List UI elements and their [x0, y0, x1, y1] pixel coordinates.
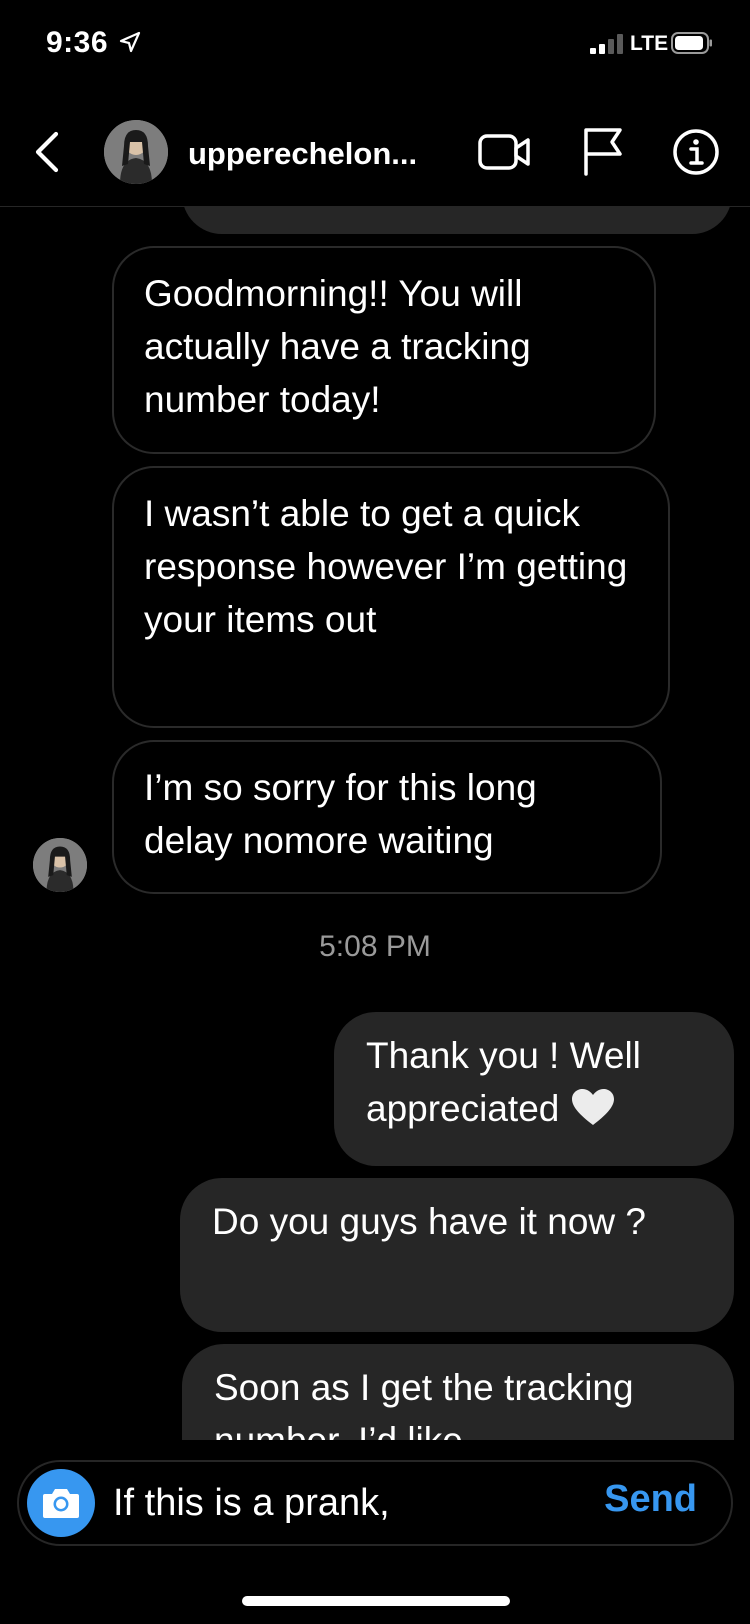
- home-indicator: [242, 1596, 510, 1606]
- contact-username[interactable]: upperechelon...: [188, 136, 417, 172]
- video-call-icon[interactable]: [478, 130, 530, 174]
- outgoing-message[interactable]: Do you guys have it now ?: [180, 1178, 734, 1332]
- message-timestamp: 5:08 PM: [319, 930, 431, 963]
- message-composer: Send: [17, 1460, 733, 1546]
- status-time: 9:36: [46, 26, 109, 59]
- network-type: LTE: [630, 32, 669, 55]
- contact-avatar[interactable]: [104, 120, 168, 184]
- flag-icon[interactable]: [580, 126, 624, 176]
- status-bar: 9:36 LTE: [0, 0, 750, 90]
- incoming-message[interactable]: I wasn’t able to get a quick response ho…: [112, 466, 670, 728]
- back-chevron-icon[interactable]: [30, 128, 66, 176]
- message-text: Do you guys have it now ?: [212, 1201, 646, 1242]
- message-text: I’m so sorry for this long delay nomore …: [144, 767, 537, 861]
- send-button[interactable]: Send: [604, 1478, 697, 1521]
- avatar-image: [104, 120, 168, 184]
- chat-header: upperechelon...: [0, 100, 750, 207]
- message-text: Goodmorning!! You will actually have a t…: [144, 273, 531, 420]
- camera-button[interactable]: [27, 1469, 95, 1537]
- incoming-message[interactable]: Goodmorning!! You will actually have a t…: [112, 246, 656, 454]
- sender-avatar[interactable]: [33, 838, 87, 892]
- incoming-message[interactable]: I’m so sorry for this long delay nomore …: [112, 740, 662, 894]
- avatar-image: [33, 838, 87, 892]
- outgoing-message[interactable]: Thank you ! Well appreciated: [334, 1012, 734, 1166]
- battery-icon: [671, 32, 712, 54]
- message-input[interactable]: [113, 1474, 533, 1532]
- info-icon[interactable]: [672, 128, 720, 176]
- location-arrow-icon: [119, 31, 141, 53]
- white-heart-icon: [571, 1089, 614, 1125]
- message-thread[interactable]: Goodmorning!! You will actually have a t…: [0, 0, 750, 1624]
- signal-bars-icon: [590, 34, 624, 54]
- camera-icon: [43, 1489, 79, 1518]
- message-text: I wasn’t able to get a quick response ho…: [144, 493, 628, 640]
